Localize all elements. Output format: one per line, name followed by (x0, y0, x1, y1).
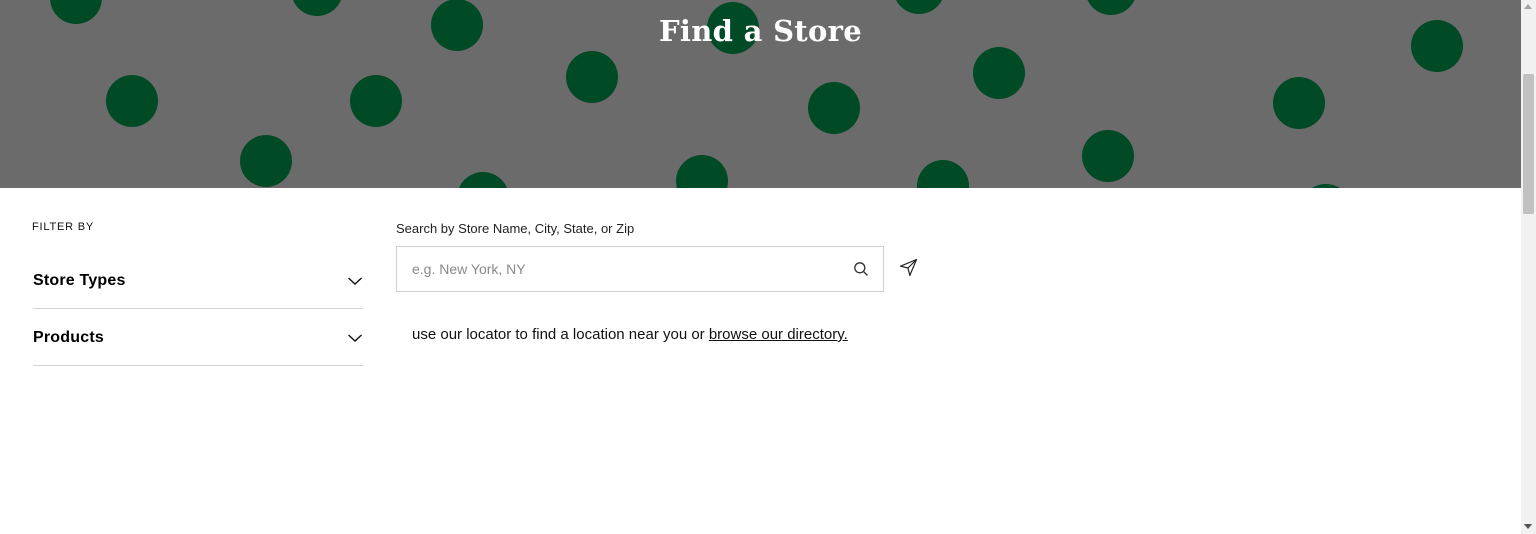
search-label: Search by Store Name, City, State, or Zi… (396, 221, 635, 236)
filter-store-types-label: Store Types (33, 272, 126, 289)
chevron-down-icon (348, 277, 362, 285)
search-icon[interactable] (853, 261, 869, 277)
hero-banner: Find a Store (0, 0, 1521, 188)
filter-products[interactable]: Products (33, 309, 363, 366)
location-arrow-icon[interactable] (899, 258, 918, 277)
chevron-down-icon (348, 334, 362, 342)
browse-directory-link[interactable]: browse our directory. (709, 326, 848, 343)
page-title: Find a Store (659, 14, 862, 48)
filter-by-heading: FILTER BY (32, 221, 95, 233)
scroll-up-arrow-icon[interactable] (1524, 4, 1532, 9)
page-scrollbar[interactable] (1521, 0, 1536, 534)
search-field-container (396, 246, 884, 292)
locator-message: use our locator to find a location near … (412, 326, 848, 343)
filter-products-label: Products (33, 329, 104, 346)
scroll-thumb[interactable] (1523, 74, 1534, 214)
locator-text: use our locator to find a location near … (412, 326, 709, 343)
filter-store-types[interactable]: Store Types (33, 252, 363, 309)
store-search-input[interactable] (412, 247, 832, 291)
scroll-down-arrow-icon[interactable] (1524, 524, 1532, 529)
